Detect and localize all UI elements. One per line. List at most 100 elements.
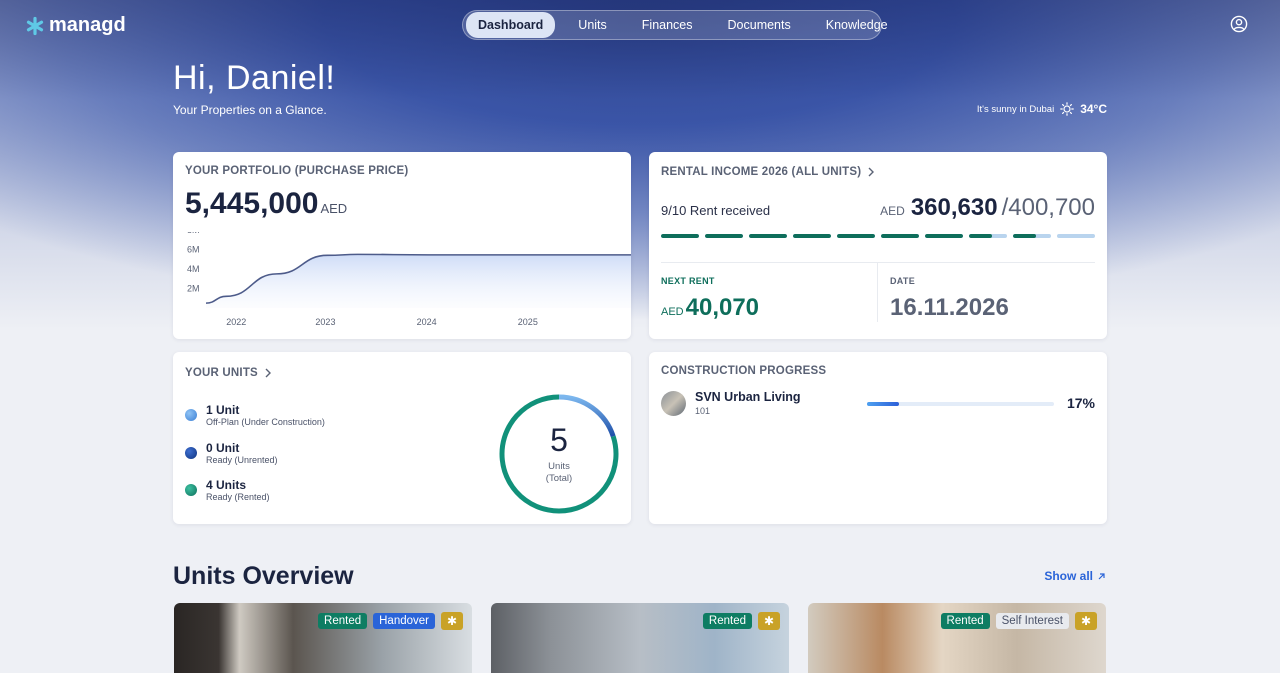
status-badge-rented: Rented [940,613,990,629]
rent-segment-fill [705,234,743,238]
next-rent-date-block: DATE 16.11.2026 [890,276,1009,322]
units-total: 5 [550,422,568,458]
offplan-dot-icon [185,409,197,421]
rent-segment [749,234,787,238]
next-rent-currency: AED [661,306,684,318]
nav-units[interactable]: Units [566,12,618,38]
portfolio-value: 5,445,000 AED [185,187,347,221]
rent-amount: AED 360,630/400,700 [880,194,1095,222]
rental-title-text: RENTAL INCOME 2026 (ALL UNITS) [661,166,862,178]
rent-segment-fill [1013,234,1036,238]
chart-area-fill [206,254,631,308]
unit-row-unrented: 0 Unit Ready (Unrented) [185,441,278,465]
unit-row-rented: 4 Units Ready (Rented) [185,478,270,502]
next-rent-amount: 40,070 [685,294,760,321]
unit-count: 4 Units [206,478,247,492]
construction-progress-fill [867,402,899,406]
unit-desc: Off-Plan (Under Construction) [206,417,325,427]
rent-segment-fill [837,234,875,238]
unit-badges: Rented ✱ [702,612,780,630]
chevron-right-icon [265,368,271,378]
rental-income-card[interactable]: RENTAL INCOME 2026 (ALL UNITS) 9/10 Rent… [649,152,1107,339]
y-tick-label: 6M [187,245,200,255]
next-rent-label: NEXT RENT [661,276,715,286]
nav-finances[interactable]: Finances [630,12,705,38]
y-tick-label: 2M [187,284,200,294]
units-title[interactable]: YOUR UNITS [185,367,272,379]
unit-card[interactable]: Rented Self Interest ✱ [808,603,1106,673]
date-label: DATE [890,276,916,286]
construction-progress-percent: 17% [1066,395,1095,411]
portfolio-card: YOUR PORTFOLIO (PURCHASE PRICE) 5,445,00… [173,152,631,339]
unit-badges: Rented Self Interest ✱ [940,612,1097,630]
greeting-subtitle: Your Properties on a Glance. [173,103,327,117]
asterisk-icon: ✱ [758,612,780,630]
y-tick-label: 4M [187,264,200,274]
greeting-title: Hi, Daniel! [173,59,336,97]
status-badge-self-interest: Self Interest [995,613,1069,629]
unit-row-offplan: 1 Unit Off-Plan (Under Construction) [185,403,325,427]
rent-segment-fill [925,234,963,238]
rent-segment-fill [661,234,699,238]
rent-segment [661,234,699,238]
y-tick-label: 8M [187,232,200,235]
user-profile-icon[interactable] [1230,15,1248,33]
construction-title: CONSTRUCTION PROGRESS [661,365,827,377]
rent-segment [1013,234,1051,238]
nav-dashboard[interactable]: Dashboard [466,12,556,38]
rent-segment-fill [749,234,787,238]
unit-desc: Ready (Rented) [206,492,270,502]
date-value: 16.11.2026 [890,294,1009,321]
asterisk-icon: ✱ [441,612,463,630]
rental-title[interactable]: RENTAL INCOME 2026 (ALL UNITS) [661,166,875,178]
unit-card[interactable]: Rented ✱ [491,603,789,673]
brand-name: managd [49,14,126,36]
rent-segment-fill [881,234,919,238]
construction-progress-bar [867,402,1054,406]
your-units-card[interactable]: YOUR UNITS 1 Unit Off-Plan (Under Constru… [173,352,631,524]
rent-currency: AED [880,204,905,218]
rent-progress-segments [661,234,1095,238]
x-tick-label: 2025 [518,317,538,327]
status-badge-handover: Handover [373,613,435,629]
unit-card[interactable]: Rented Handover ✱ [174,603,472,673]
unit-desc: Ready (Unrented) [206,455,278,465]
portfolio-currency: AED [320,201,348,216]
units-total-label-1: Units [548,461,570,472]
brand-logo[interactable]: managd [25,14,126,37]
rent-segment [705,234,743,238]
unrented-dot-icon [185,447,197,459]
divider [661,262,1095,263]
main-nav: Dashboard Units Finances Documents Knowl… [462,10,888,40]
portfolio-amount: 5,445,000 [185,187,319,220]
arrow-up-right-icon [1098,572,1105,579]
project-unit: 101 [695,406,711,416]
show-all-link[interactable]: Show all [1044,569,1106,583]
project-thumbnail[interactable] [661,391,686,416]
rent-segment-fill [793,234,831,238]
units-overview-title: Units Overview [173,562,354,590]
nav-documents[interactable]: Documents [716,12,803,38]
portfolio-chart: 2M 4M 6M 8M 2022 2023 2024 2025 [187,232,631,327]
rent-segment [793,234,831,238]
x-tick-label: 2022 [226,317,246,327]
chevron-right-icon [868,167,875,177]
x-tick-label: 2024 [417,317,437,327]
rent-segment-fill [969,234,992,238]
units-total-label: Units (Total) [497,461,621,485]
divider [877,262,878,322]
units-title-text: YOUR UNITS [185,367,258,379]
unit-count: 0 Unit [206,441,240,455]
rent-total-amount: /400,700 [1001,194,1095,221]
construction-progress-card: CONSTRUCTION PROGRESS SVN Urban Living 1… [649,352,1107,524]
status-badge-rented: Rented [702,613,752,629]
weather-temperature: 34°C [1080,102,1107,116]
nav-knowledge[interactable]: Knowledge [814,12,900,38]
project-name[interactable]: SVN Urban Living [695,390,801,404]
weather-text: It's sunny in Dubai [976,103,1055,115]
portfolio-title: YOUR PORTFOLIO (PURCHASE PRICE) [185,165,409,177]
rent-received-amount: 360,630 [910,194,998,221]
logo-icon [26,16,44,35]
units-total-label-2: (Total) [545,473,573,484]
sun-icon [1060,102,1074,116]
